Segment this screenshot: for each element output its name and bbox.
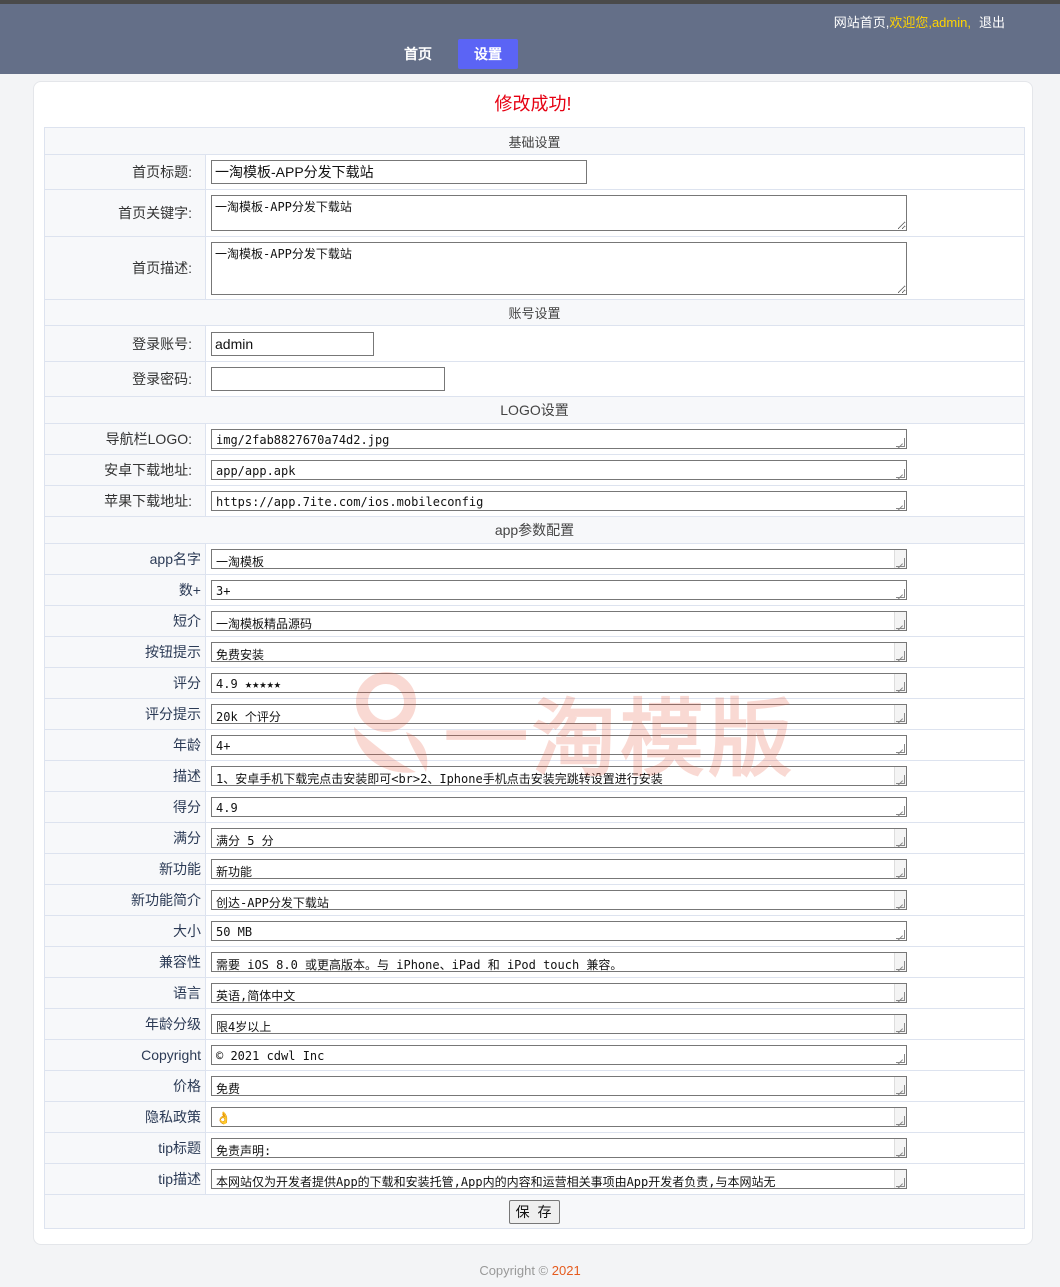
login-password-input[interactable] (211, 367, 445, 391)
resize-grip-icon[interactable] (896, 930, 905, 939)
app-param-textarea[interactable]: 创达-APP分发下载站 (211, 890, 907, 910)
app-param-textarea[interactable]: 1、安卓手机下载完点击安装即可<br>2、Iphone手机点击安装完跳转设置进行… (211, 766, 907, 786)
nav-settings[interactable]: 设置 (458, 39, 518, 69)
app-param-label: 满分 (44, 822, 206, 854)
app-param-textarea[interactable]: 20k 个评分 (211, 704, 907, 724)
app-param-textarea[interactable]: 限4岁以上 (211, 1014, 907, 1034)
app-param-label: 兼容性 (44, 946, 206, 978)
nav-logo-textarea[interactable]: img/2fab8827670a74d2.jpg (211, 429, 907, 449)
section-account: 账号设置 (43, 299, 1026, 326)
app-param-label: 新功能简介 (44, 884, 206, 916)
resize-grip-icon[interactable] (896, 713, 905, 722)
home-description-textarea[interactable]: 一淘模板-APP分发下载站 (211, 241, 907, 295)
app-param-label: tip标题 (44, 1132, 206, 1164)
app-param-textarea[interactable]: 新功能 (211, 859, 907, 879)
app-param-textarea[interactable]: 50 MB (211, 921, 907, 941)
app-param-label: 评分提示 (44, 698, 206, 730)
app-param-label: 短介 (44, 605, 206, 637)
app-param-label: 年龄分级 (44, 1008, 206, 1040)
username-link[interactable]: admin, (932, 15, 971, 30)
label-login-password: 登录密码: (44, 361, 206, 397)
app-param-label: 得分 (44, 791, 206, 823)
resize-grip-icon[interactable] (896, 961, 905, 970)
app-param-textarea[interactable]: 英语,简体中文 (211, 983, 907, 1003)
app-param-textarea[interactable]: 本网站仅为开发者提供App的下载和安装托管,App内的内容和运营相关事项由App… (211, 1169, 907, 1189)
footer: Copyright © 2021 (0, 1263, 1060, 1278)
label-login-account: 登录账号: (44, 325, 206, 362)
resize-grip-icon[interactable] (896, 1054, 905, 1063)
top-links: 网站首页,欢迎您,admin, 退出 (834, 12, 1005, 31)
app-param-textarea[interactable]: 满分 5 分 (211, 828, 907, 848)
label-home-keywords: 首页关键字: (44, 189, 206, 237)
app-param-label: 数+ (44, 574, 206, 606)
resize-grip-icon[interactable] (896, 1178, 905, 1187)
app-param-textarea[interactable]: 免费安装 (211, 642, 907, 662)
resize-grip-icon[interactable] (896, 1085, 905, 1094)
footer-copyright: Copyright © (479, 1263, 552, 1278)
app-param-label: tip描述 (44, 1163, 206, 1195)
resize-grip-icon[interactable] (896, 620, 905, 629)
app-param-textarea[interactable]: 4.9 (211, 797, 907, 817)
app-param-textarea[interactable]: 4.9 ★★★★★ (211, 673, 907, 693)
login-account-input[interactable] (211, 331, 374, 356)
app-param-label: 评分 (44, 667, 206, 699)
app-param-label: 价格 (44, 1070, 206, 1102)
resize-grip-icon[interactable] (896, 992, 905, 1001)
save-button[interactable]: 保 存 (508, 1199, 561, 1224)
app-param-textarea[interactable]: 免责声明: (211, 1138, 907, 1158)
app-param-label: 按钮提示 (44, 636, 206, 668)
footer-year: 2021 (551, 1263, 581, 1278)
resize-grip-icon[interactable] (896, 899, 905, 908)
label-apple-url: 苹果下载地址: (44, 485, 206, 517)
resize-grip-icon[interactable] (896, 744, 905, 753)
app-param-textarea[interactable]: 一淘模板精品源码 (211, 611, 907, 631)
resize-grip-icon[interactable] (896, 1147, 905, 1156)
label-android-url: 安卓下载地址: (44, 454, 206, 486)
resize-grip-icon[interactable] (896, 775, 905, 784)
resize-grip-icon[interactable] (896, 868, 905, 877)
resize-grip-icon[interactable] (896, 558, 905, 567)
app-param-label: 大小 (44, 915, 206, 947)
app-param-label: 语言 (44, 977, 206, 1009)
header-bar: 网站首页,欢迎您,admin, 退出 首页 设置 (0, 4, 1060, 74)
home-title-input[interactable] (211, 160, 587, 184)
section-logo: LOGO设置 (43, 396, 1026, 424)
app-param-label: app名字 (44, 543, 206, 575)
app-param-label: 新功能 (44, 853, 206, 885)
resize-grip-icon[interactable] (896, 806, 905, 815)
app-param-textarea[interactable]: © 2021 cdwl Inc (211, 1045, 907, 1065)
resize-grip-icon[interactable] (896, 1116, 905, 1125)
app-param-textarea[interactable]: 免费 (211, 1076, 907, 1096)
success-message: 修改成功! (494, 94, 572, 114)
app-param-textarea[interactable]: 需要 iOS 8.0 或更高版本。与 iPhone、iPad 和 iPod to… (211, 952, 907, 972)
site-home-link[interactable]: 网站首页, (834, 15, 890, 30)
resize-grip-icon[interactable] (896, 651, 905, 660)
nav-home[interactable]: 首页 (386, 39, 450, 69)
label-home-description: 首页描述: (44, 236, 206, 300)
logout-link[interactable]: 退出 (979, 15, 1005, 30)
app-param-textarea[interactable]: 一淘模板 (211, 549, 907, 569)
apple-url-textarea[interactable]: https://app.7ite.com/ios.mobileconfig (211, 491, 907, 511)
app-param-textarea[interactable]: 3+ (211, 580, 907, 600)
section-basic: 基础设置 (43, 127, 1026, 155)
label-home-title: 首页标题: (44, 154, 206, 190)
app-param-textarea[interactable]: 4+ (211, 735, 907, 755)
home-keywords-textarea[interactable]: 一淘模板-APP分发下载站 (211, 195, 907, 231)
app-param-label: Copyright (44, 1039, 206, 1071)
android-url-textarea[interactable]: app/app.apk (211, 460, 907, 480)
app-param-textarea[interactable]: 👌 (211, 1107, 907, 1127)
label-nav-logo: 导航栏LOGO: (44, 423, 206, 455)
settings-card: 修改成功! 基础设置 首页标题: 首页关键字: 一淘模板-APP分发下载站 首页… (33, 81, 1033, 1245)
app-param-label: 描述 (44, 760, 206, 792)
resize-grip-icon[interactable] (896, 589, 905, 598)
app-param-label: 年龄 (44, 729, 206, 761)
section-app-params: app参数配置 (43, 516, 1026, 544)
resize-grip-icon[interactable] (896, 837, 905, 846)
welcome-text: 欢迎您, (889, 15, 932, 30)
resize-grip-icon[interactable] (896, 1023, 905, 1032)
app-param-label: 隐私政策 (44, 1101, 206, 1133)
settings-form: 基础设置 首页标题: 首页关键字: 一淘模板-APP分发下载站 首页描述: 一淘… (43, 127, 1026, 1229)
resize-grip-icon[interactable] (896, 682, 905, 691)
